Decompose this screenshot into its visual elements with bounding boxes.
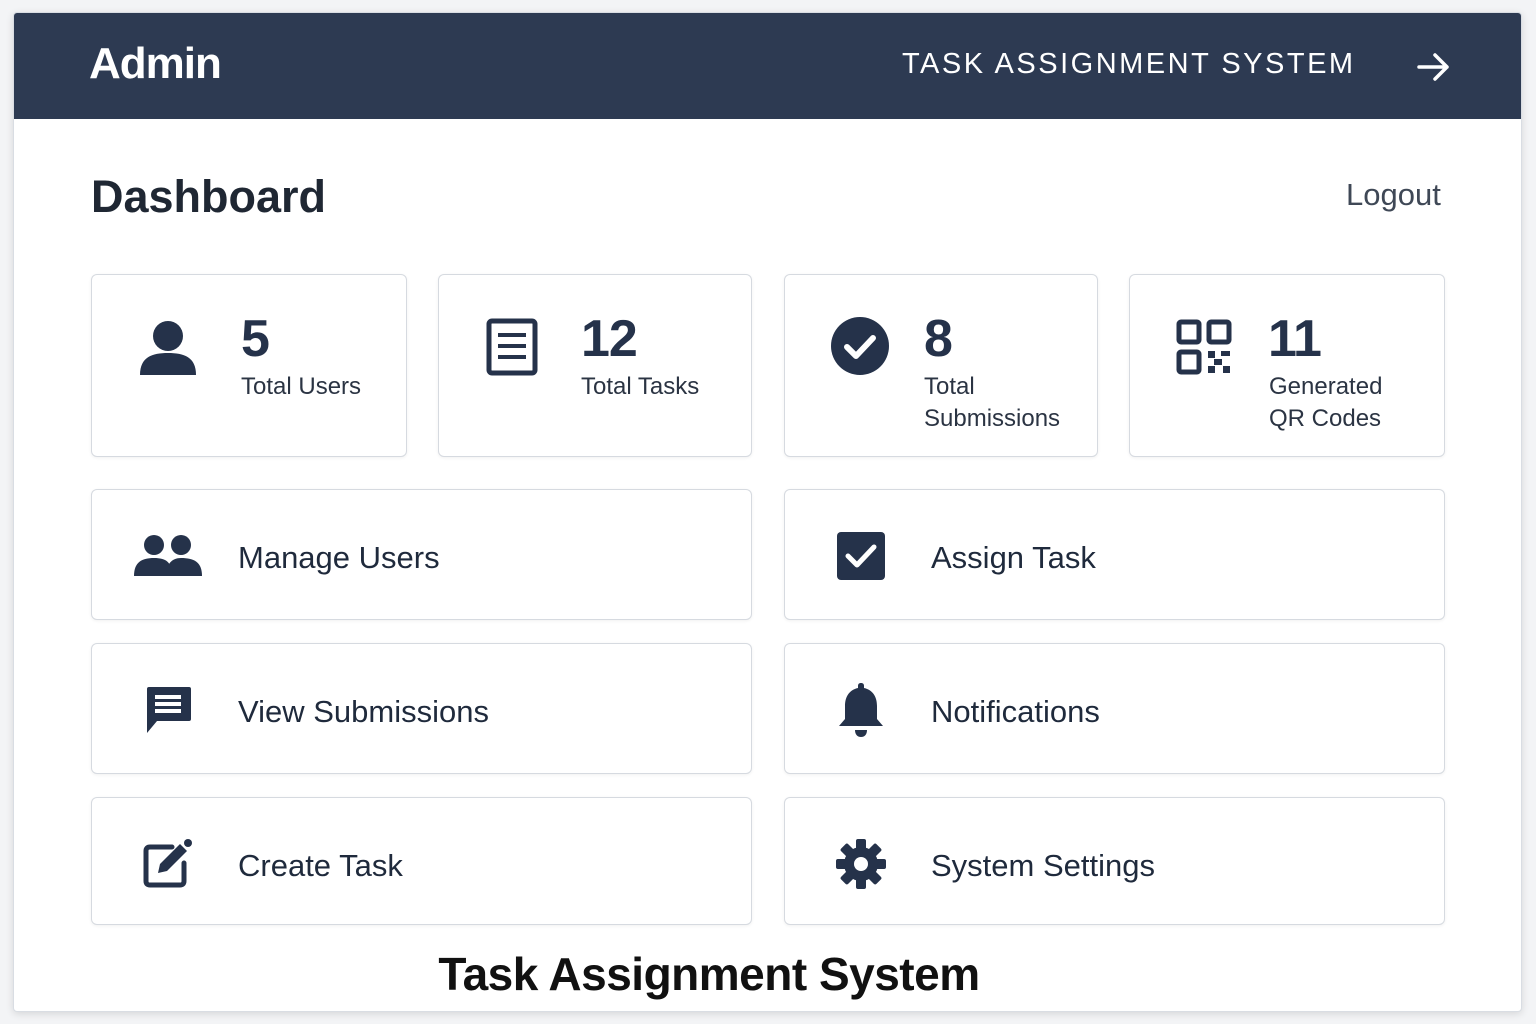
exit-button[interactable] xyxy=(1414,47,1454,87)
action-label: Assign Task xyxy=(931,540,1096,575)
manage-users-button[interactable]: Manage Users xyxy=(91,489,752,620)
brand-title: Admin xyxy=(89,39,222,88)
action-label: Manage Users xyxy=(238,540,440,575)
view-submissions-button[interactable]: View Submissions xyxy=(91,643,752,774)
top-navbar: Admin TASK ASSIGNMENT SYSTEM xyxy=(14,13,1521,119)
edit-icon xyxy=(132,836,204,892)
stat-card-tasks: 12 Total Tasks xyxy=(438,274,752,457)
stat-label: Total Tasks xyxy=(581,373,700,400)
action-label: System Settings xyxy=(931,848,1155,883)
stat-label: QR Codes xyxy=(1269,405,1382,432)
document-icon xyxy=(486,318,538,376)
users-icon xyxy=(132,528,204,584)
bell-icon xyxy=(825,682,897,738)
notifications-button[interactable]: Notifications xyxy=(784,643,1445,774)
stat-value: 8 xyxy=(924,310,953,368)
logout-link[interactable]: Logout xyxy=(1346,177,1441,213)
checkbox-icon xyxy=(825,528,897,584)
stat-value: 12 xyxy=(581,310,638,368)
stat-label: Total Users xyxy=(241,373,362,400)
create-task-button[interactable]: Create Task xyxy=(91,797,752,925)
stat-value: 5 xyxy=(241,310,270,368)
stat-label: Generated xyxy=(1269,373,1383,400)
stat-label: Total xyxy=(924,373,975,400)
stat-card-submissions: 8 Total Submissions xyxy=(784,274,1098,457)
qr-code-icon xyxy=(1176,319,1232,375)
arrow-right-icon xyxy=(1417,53,1449,81)
action-label: Notifications xyxy=(931,694,1100,729)
stat-value: 11 xyxy=(1268,310,1322,368)
caption-title: Task Assignment System xyxy=(438,948,980,1000)
page-title: Dashboard xyxy=(91,171,327,222)
stat-card-qr-codes: 11 Generated QR Codes xyxy=(1129,274,1445,457)
gear-icon xyxy=(825,836,897,892)
stat-card-users: 5 Total Users xyxy=(91,274,407,457)
stat-label: Submissions xyxy=(924,405,1061,432)
action-label: View Submissions xyxy=(238,694,489,729)
system-name: TASK ASSIGNMENT SYSTEM xyxy=(902,48,1356,80)
check-circle-icon xyxy=(831,317,889,375)
assign-task-button[interactable]: Assign Task xyxy=(784,489,1445,620)
action-label: Create Task xyxy=(238,848,403,883)
message-icon xyxy=(132,682,204,738)
user-icon xyxy=(140,321,196,375)
system-settings-button[interactable]: System Settings xyxy=(784,797,1445,925)
app-window: Admin TASK ASSIGNMENT SYSTEM Dashboard L… xyxy=(13,12,1522,1012)
